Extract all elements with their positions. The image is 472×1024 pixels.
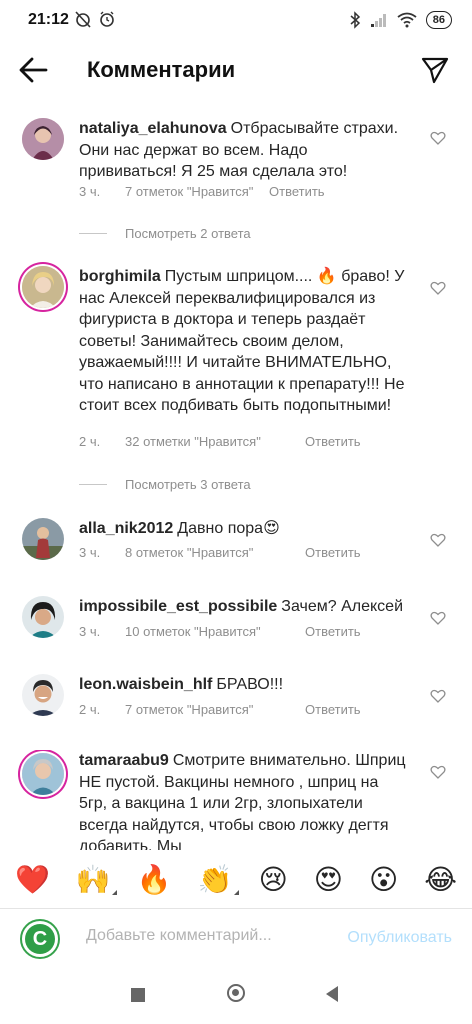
comment-body: Зачем? Алексей [281,598,404,615]
alarm-icon [100,11,114,27]
comment-username[interactable]: leon.waisbein_hlf [79,676,212,693]
emoji-raised-hands-glyph: 🙌 [75,864,111,895]
battery-indicator: 86 [425,11,452,29]
comment-likes[interactable]: 7 отметок "Нравится" [125,184,269,199]
view-replies-label: Посмотреть 2 ответа [125,226,251,241]
reply-button[interactable]: Ответить [305,702,361,717]
comment-username[interactable]: borghimila [79,268,161,285]
comment-time: 3 ч. [79,184,101,199]
status-time: 21:12 [28,11,69,28]
current-user-avatar-letter: C [25,924,55,954]
comment-text: impossibile_est_possibile Зачем? Алексей [79,596,409,618]
nav-back-triangle-icon[interactable] [326,986,338,1002]
emoji-crying[interactable]: 😢 [259,865,288,895]
comment-body: Пустым шприцом.... 🔥 браво! У нас Алексе… [79,268,405,414]
comment-time: 3 ч. [79,624,101,639]
status-bar: 21:12 86 [0,0,472,42]
system-nav-bar [0,968,472,1024]
emoji-surprised[interactable]: 😮 [369,865,398,895]
comment-meta: 2 ч. 7 отметок "Нравится" Ответить [79,702,361,717]
view-replies-label: Посмотреть 3 ответа [125,477,251,492]
page-title: Комментарии [87,57,236,82]
like-heart-icon[interactable] [430,532,446,548]
status-left-icons [74,10,116,28]
view-replies-button[interactable]: Посмотреть 3 ответа [79,477,251,492]
comment-meta: 3 ч. 8 отметок "Нравится" Ответить [79,545,361,560]
emoji-clapping-hands[interactable]: 👏 [197,864,239,895]
comment-text: alla_nik2012 Давно пора😍 [79,518,409,540]
reply-button[interactable]: Ответить [305,624,361,639]
reply-button[interactable]: Ответить [305,545,361,560]
avatar[interactable] [22,518,64,560]
signal-icon [370,14,386,27]
comment-input-row: C Опубликовать [0,912,472,968]
replies-divider-line [79,484,107,485]
avatar[interactable] [22,118,64,160]
comment-likes[interactable]: 10 отметок "Нравится" [125,624,305,639]
emoji-heart[interactable]: ❤️ [15,865,50,895]
input-divider [0,908,472,909]
avatar[interactable] [22,266,64,308]
comment-text: nataliya_elahunova Отбрасывайте страхи. О… [79,118,409,183]
comment-text: tamaraabu9 Смотрите внимательно. Шприц НЕ… [79,750,409,850]
avatar[interactable] [22,753,64,795]
comment-username[interactable]: alla_nik2012 [79,520,173,537]
comment-username[interactable]: nataliya_elahunova [79,120,227,137]
reply-button[interactable]: Ответить [305,434,361,449]
comment-likes[interactable]: 7 отметок "Нравится" [125,702,305,717]
current-user-avatar: C [20,919,60,959]
emoji-clapping-glyph: 👏 [197,864,233,895]
comment-meta: 3 ч. 7 отметок "Нравится" Ответить [79,184,325,199]
comment-item: tamaraabu9 Смотрите внимательно. Шприц НЕ… [0,750,472,850]
comment-time: 2 ч. [79,434,101,449]
emoji-tears-of-joy[interactable]: 😂 [424,865,457,895]
like-heart-icon[interactable] [430,130,446,146]
comment-time: 3 ч. [79,545,101,560]
comment-meta: 2 ч. 32 отметки "Нравится" Ответить [79,434,361,449]
publish-button[interactable]: Опубликовать [347,929,452,947]
like-heart-icon[interactable] [430,280,446,296]
comment-likes[interactable]: 32 отметки "Нравится" [125,434,305,449]
emoji-raised-hands[interactable]: 🙌 [75,864,117,895]
wifi-icon [397,12,417,28]
comment-text: leon.waisbein_hlf БРАВО!!! [79,674,409,696]
like-heart-icon[interactable] [430,764,446,780]
recent-apps-icon[interactable] [131,988,145,1002]
comment-username[interactable]: tamaraabu9 [79,752,169,769]
replies-divider-line [79,233,107,234]
comment-body: Давно пора😍 [177,520,280,537]
like-heart-icon[interactable] [430,610,446,626]
avatar[interactable] [22,674,64,716]
avatar[interactable] [22,596,64,638]
skin-tone-indicator [111,890,117,895]
skin-tone-indicator [233,890,239,895]
header: Комментарии [0,42,472,98]
emoji-fire[interactable]: 🔥 [137,865,172,895]
emoji-quick-bar: ❤️ 🙌 🔥 👏 😢 😍 😮 😂 [0,858,472,902]
comment-input[interactable] [86,927,316,945]
emoji-heart-eyes[interactable]: 😍 [314,865,343,895]
send-direct-icon[interactable] [420,55,450,85]
status-right-icons: 86 [349,11,452,29]
view-replies-button[interactable]: Посмотреть 2 ответа [79,226,251,241]
comment-text: borghimila Пустым шприцом.... 🔥 браво! У … [79,266,409,417]
comment-meta: 3 ч. 10 отметок "Нравится" Ответить [79,624,361,639]
comment-username[interactable]: impossibile_est_possibile [79,598,277,615]
bluetooth-icon [350,11,360,29]
comment-likes[interactable]: 8 отметок "Нравится" [125,545,305,560]
alarm-off-icon [75,11,91,28]
comment-body: БРАВО!!! [216,676,284,693]
like-heart-icon[interactable] [430,688,446,704]
home-circle-icon[interactable] [227,984,245,1002]
back-arrow-icon[interactable] [18,56,50,84]
reply-button[interactable]: Ответить [269,184,325,199]
comment-time: 2 ч. [79,702,101,717]
